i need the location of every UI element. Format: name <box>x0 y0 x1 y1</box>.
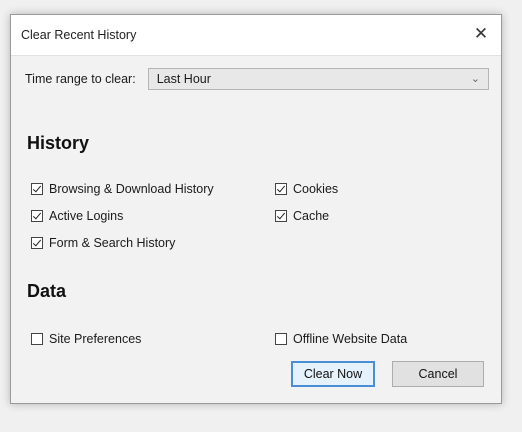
close-icon[interactable]: ✕ <box>467 21 495 47</box>
dialog-title: Clear Recent History <box>21 28 137 42</box>
checkbox-label: Cache <box>293 209 330 223</box>
checkbox-icon[interactable] <box>275 210 287 222</box>
checkbox-cookies[interactable]: Cookies <box>275 181 338 197</box>
time-range-value: Last Hour <box>156 72 211 86</box>
checkbox-browsing-download-history[interactable]: Browsing & Download History <box>31 181 214 197</box>
checkbox-label: Active Logins <box>49 209 124 223</box>
checkbox-icon[interactable] <box>275 333 287 345</box>
checkbox-offline-website-data[interactable]: Offline Website Data <box>275 331 407 347</box>
checkbox-label: Cookies <box>293 182 339 196</box>
checkbox-site-preferences[interactable]: Site Preferences <box>31 331 141 347</box>
checkbox-active-logins[interactable]: Active Logins <box>31 208 123 224</box>
title-bar: Clear Recent History ✕ <box>11 15 501 56</box>
clear-history-dialog: Clear Recent History ✕ Time range to cle… <box>10 14 502 404</box>
checkbox-label: Form & Search History <box>49 236 176 250</box>
checkbox-form-search-history[interactable]: Form & Search History <box>31 235 175 251</box>
time-range-select[interactable]: Last Hour ⌄ <box>147 68 489 90</box>
time-range-label: Time range to clear: <box>25 72 136 86</box>
checkbox-icon[interactable] <box>31 333 43 345</box>
clear-now-button[interactable]: Clear Now <box>291 361 375 387</box>
checkbox-icon[interactable] <box>31 210 43 222</box>
data-heading: Data <box>27 281 67 301</box>
checkbox-icon[interactable] <box>275 183 287 195</box>
checkbox-icon[interactable] <box>31 237 43 249</box>
checkbox-label: Site Preferences <box>49 332 142 346</box>
checkbox-cache[interactable]: Cache <box>275 208 329 224</box>
time-range-row: Time range to clear: Last Hour ⌄ <box>25 68 489 90</box>
chevron-down-icon: ⌄ <box>470 73 480 85</box>
checkbox-icon[interactable] <box>31 183 43 195</box>
checkbox-label: Offline Website Data <box>293 332 408 346</box>
cancel-button[interactable]: Cancel <box>392 361 484 387</box>
checkbox-label: Browsing & Download History <box>49 182 214 196</box>
history-heading: History <box>27 133 90 153</box>
